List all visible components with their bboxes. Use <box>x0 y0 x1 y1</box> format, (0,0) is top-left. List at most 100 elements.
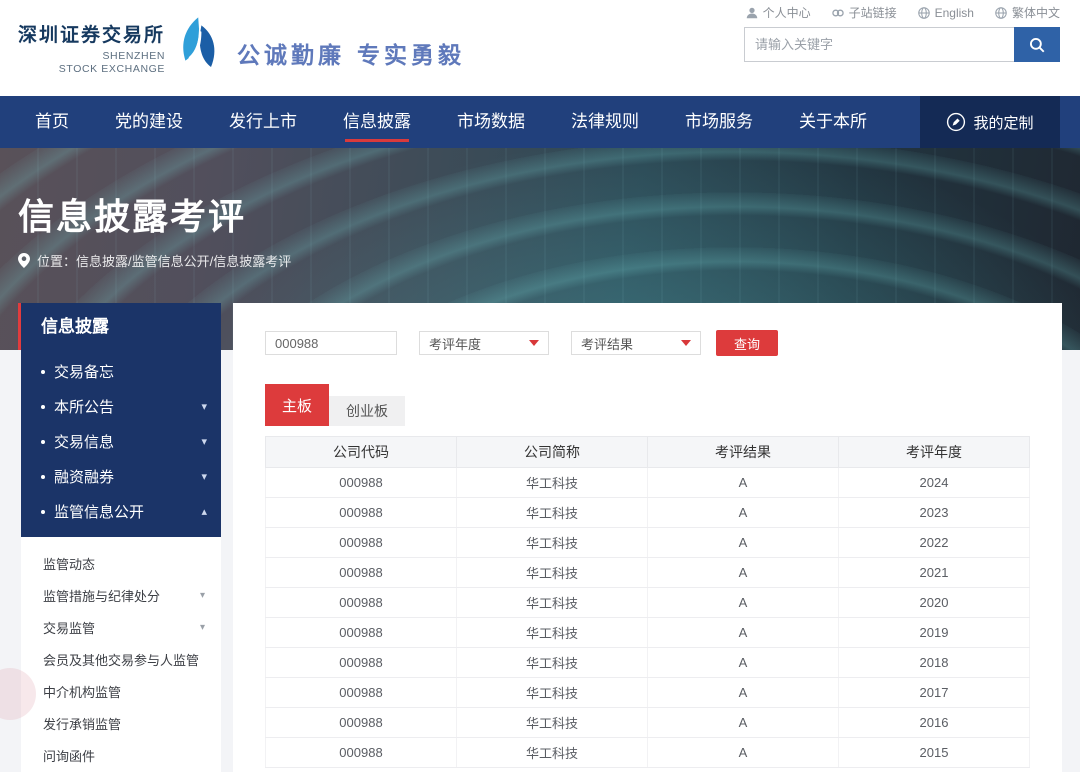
sidebar-menu: 交易备忘 本所公告 ▾ 交易信息 ▾ 融资融券 <box>21 350 221 537</box>
logo[interactable]: 深圳证券交易所 SHENZHEN STOCK EXCHANGE 公诚勤廉 专实勇… <box>18 24 465 80</box>
table-header: 公司代码 公司简称 考评结果 考评年度 <box>266 437 1030 468</box>
table-row[interactable]: 000988 华工科技 A 2015 <box>266 738 1030 768</box>
year-cell: 2016 <box>839 708 1030 738</box>
sidebar-title: 信息披露 <box>18 303 221 350</box>
year-cell: 2019 <box>839 618 1030 648</box>
table-row[interactable]: 000988 华工科技 A 2021 <box>266 558 1030 588</box>
nav-item[interactable]: 市场数据 <box>457 96 525 148</box>
content-area: 信息披露 交易备忘 本所公告 ▾ 交易信息 ▾ <box>0 303 1080 772</box>
subsite-links-link[interactable]: 子站链接 <box>831 4 897 21</box>
edit-pencil-icon <box>946 112 966 132</box>
search-icon <box>1028 36 1046 54</box>
year-cell: 2023 <box>839 498 1030 528</box>
bullet-dot-icon <box>41 370 45 374</box>
year-cell: 2015 <box>839 738 1030 768</box>
result-cell: A <box>648 588 839 618</box>
company-name-cell: 华工科技 <box>457 528 648 558</box>
user-icon <box>745 6 759 20</box>
sidebar-subitem[interactable]: 发行承销监管 <box>21 707 221 739</box>
chevron-icon: ▾ <box>201 470 207 483</box>
column-header: 公司简称 <box>457 437 648 468</box>
sidebar-item[interactable]: 交易信息 ▾ <box>21 424 221 459</box>
sidebar-item[interactable]: 监管信息公开 ▴ <box>21 494 221 529</box>
chevron-icon: ▴ <box>201 505 207 518</box>
table-row[interactable]: 000988 华工科技 A 2023 <box>266 498 1030 528</box>
nav-item[interactable]: 市场服务 <box>685 96 753 148</box>
sidebar-submenu: 监管动态 监管措施与纪律处分 ▾ 交易监管 ▾ 会员及其他交易参与人监管 <box>21 537 221 772</box>
query-button[interactable]: 查询 <box>716 330 778 356</box>
main-panel: 考评年度 考评结果 查询 主板 创业板 公司代码 公司简称 考评结果 <box>233 303 1062 772</box>
result-cell: A <box>648 648 839 678</box>
sidebar-item[interactable]: 本所公告 ▾ <box>21 389 221 424</box>
english-link[interactable]: English <box>917 4 974 21</box>
column-header: 考评结果 <box>648 437 839 468</box>
nav-item[interactable]: 发行上市 <box>229 96 297 148</box>
sidebar: 信息披露 交易备忘 本所公告 ▾ 交易信息 ▾ <box>18 303 221 772</box>
year-cell: 2017 <box>839 678 1030 708</box>
company-code-input[interactable] <box>265 331 397 355</box>
logo-cn-name: 深圳证券交易所 <box>18 24 165 48</box>
result-cell: A <box>648 528 839 558</box>
sidebar-item[interactable]: 融资融券 ▾ <box>21 459 221 494</box>
sidebar-subitem[interactable]: 中介机构监管 <box>21 675 221 707</box>
bullet-dot-icon <box>41 475 45 479</box>
nav-item[interactable]: 关于本所 <box>799 96 867 148</box>
column-header: 考评年度 <box>839 437 1030 468</box>
traditional-chinese-link[interactable]: 繁体中文 <box>994 4 1060 21</box>
slogan-text: 公诚勤廉 专实勇毅 <box>237 36 465 70</box>
board-tab[interactable]: 创业板 <box>329 396 405 426</box>
nav-item[interactable]: 法律规则 <box>571 96 639 148</box>
sidebar-subitem[interactable]: 监管动态 <box>21 547 221 579</box>
board-tab[interactable]: 主板 <box>265 384 329 426</box>
evaluation-result-dropdown[interactable]: 考评结果 <box>571 331 701 355</box>
company-name-cell: 华工科技 <box>457 468 648 498</box>
search-button[interactable] <box>1014 27 1060 62</box>
nav-item[interactable]: 党的建设 <box>115 96 183 148</box>
sidebar-subitem[interactable]: 监管措施与纪律处分 ▾ <box>21 579 221 611</box>
nav-item[interactable]: 信息披露 <box>343 96 411 148</box>
result-cell: A <box>648 468 839 498</box>
chevron-icon: ▾ <box>200 622 205 633</box>
nav-item[interactable]: 首页 <box>35 96 69 148</box>
chevron-icon: ▾ <box>201 435 207 448</box>
company-name-cell: 华工科技 <box>457 738 648 768</box>
bullet-dot-icon <box>41 405 45 409</box>
year-cell: 2024 <box>839 468 1030 498</box>
company-code-cell: 000988 <box>266 588 457 618</box>
breadcrumb-text: 位置：信息披露/监管信息公开/信息披露考评 <box>37 251 291 270</box>
company-code-cell: 000988 <box>266 648 457 678</box>
table-row[interactable]: 000988 华工科技 A 2020 <box>266 588 1030 618</box>
company-name-cell: 华工科技 <box>457 678 648 708</box>
evaluation-year-dropdown[interactable]: 考评年度 <box>419 331 549 355</box>
company-code-cell: 000988 <box>266 558 457 588</box>
table-row[interactable]: 000988 华工科技 A 2016 <box>266 708 1030 738</box>
table-row[interactable]: 000988 华工科技 A 2019 <box>266 618 1030 648</box>
bullet-dot-icon <box>41 440 45 444</box>
site-search <box>744 27 1060 62</box>
sidebar-subitem[interactable]: 交易监管 ▾ <box>21 611 221 643</box>
table-row[interactable]: 000988 华工科技 A 2017 <box>266 678 1030 708</box>
company-code-cell: 000988 <box>266 528 457 558</box>
search-input[interactable] <box>744 27 1014 62</box>
company-name-cell: 华工科技 <box>457 618 648 648</box>
sidebar-subitem[interactable]: 会员及其他交易参与人监管 <box>21 643 221 675</box>
table-row[interactable]: 000988 华工科技 A 2022 <box>266 528 1030 558</box>
table-body: 000988 华工科技 A 2024 000988 华工科技 A 2023 00… <box>266 468 1030 768</box>
my-customization-button[interactable]: 我的定制 <box>920 96 1060 148</box>
globe-icon <box>917 6 931 20</box>
sidebar-item[interactable]: 交易备忘 <box>21 354 221 389</box>
table-row[interactable]: 000988 华工科技 A 2018 <box>266 648 1030 678</box>
company-code-cell: 000988 <box>266 738 457 768</box>
result-cell: A <box>648 558 839 588</box>
company-code-cell: 000988 <box>266 618 457 648</box>
company-code-cell: 000988 <box>266 498 457 528</box>
year-cell: 2021 <box>839 558 1030 588</box>
szse-logo-icon <box>175 14 223 80</box>
filter-row: 考评年度 考评结果 查询 <box>265 330 1030 356</box>
user-center-link[interactable]: 个人中心 <box>745 4 811 21</box>
table-row[interactable]: 000988 华工科技 A 2024 <box>266 468 1030 498</box>
globe-icon <box>994 6 1008 20</box>
dropdown-triangle-icon <box>681 340 691 346</box>
logo-en-name: SHENZHEN STOCK EXCHANGE <box>18 50 165 76</box>
sidebar-subitem[interactable]: 问询函件 <box>21 739 221 771</box>
